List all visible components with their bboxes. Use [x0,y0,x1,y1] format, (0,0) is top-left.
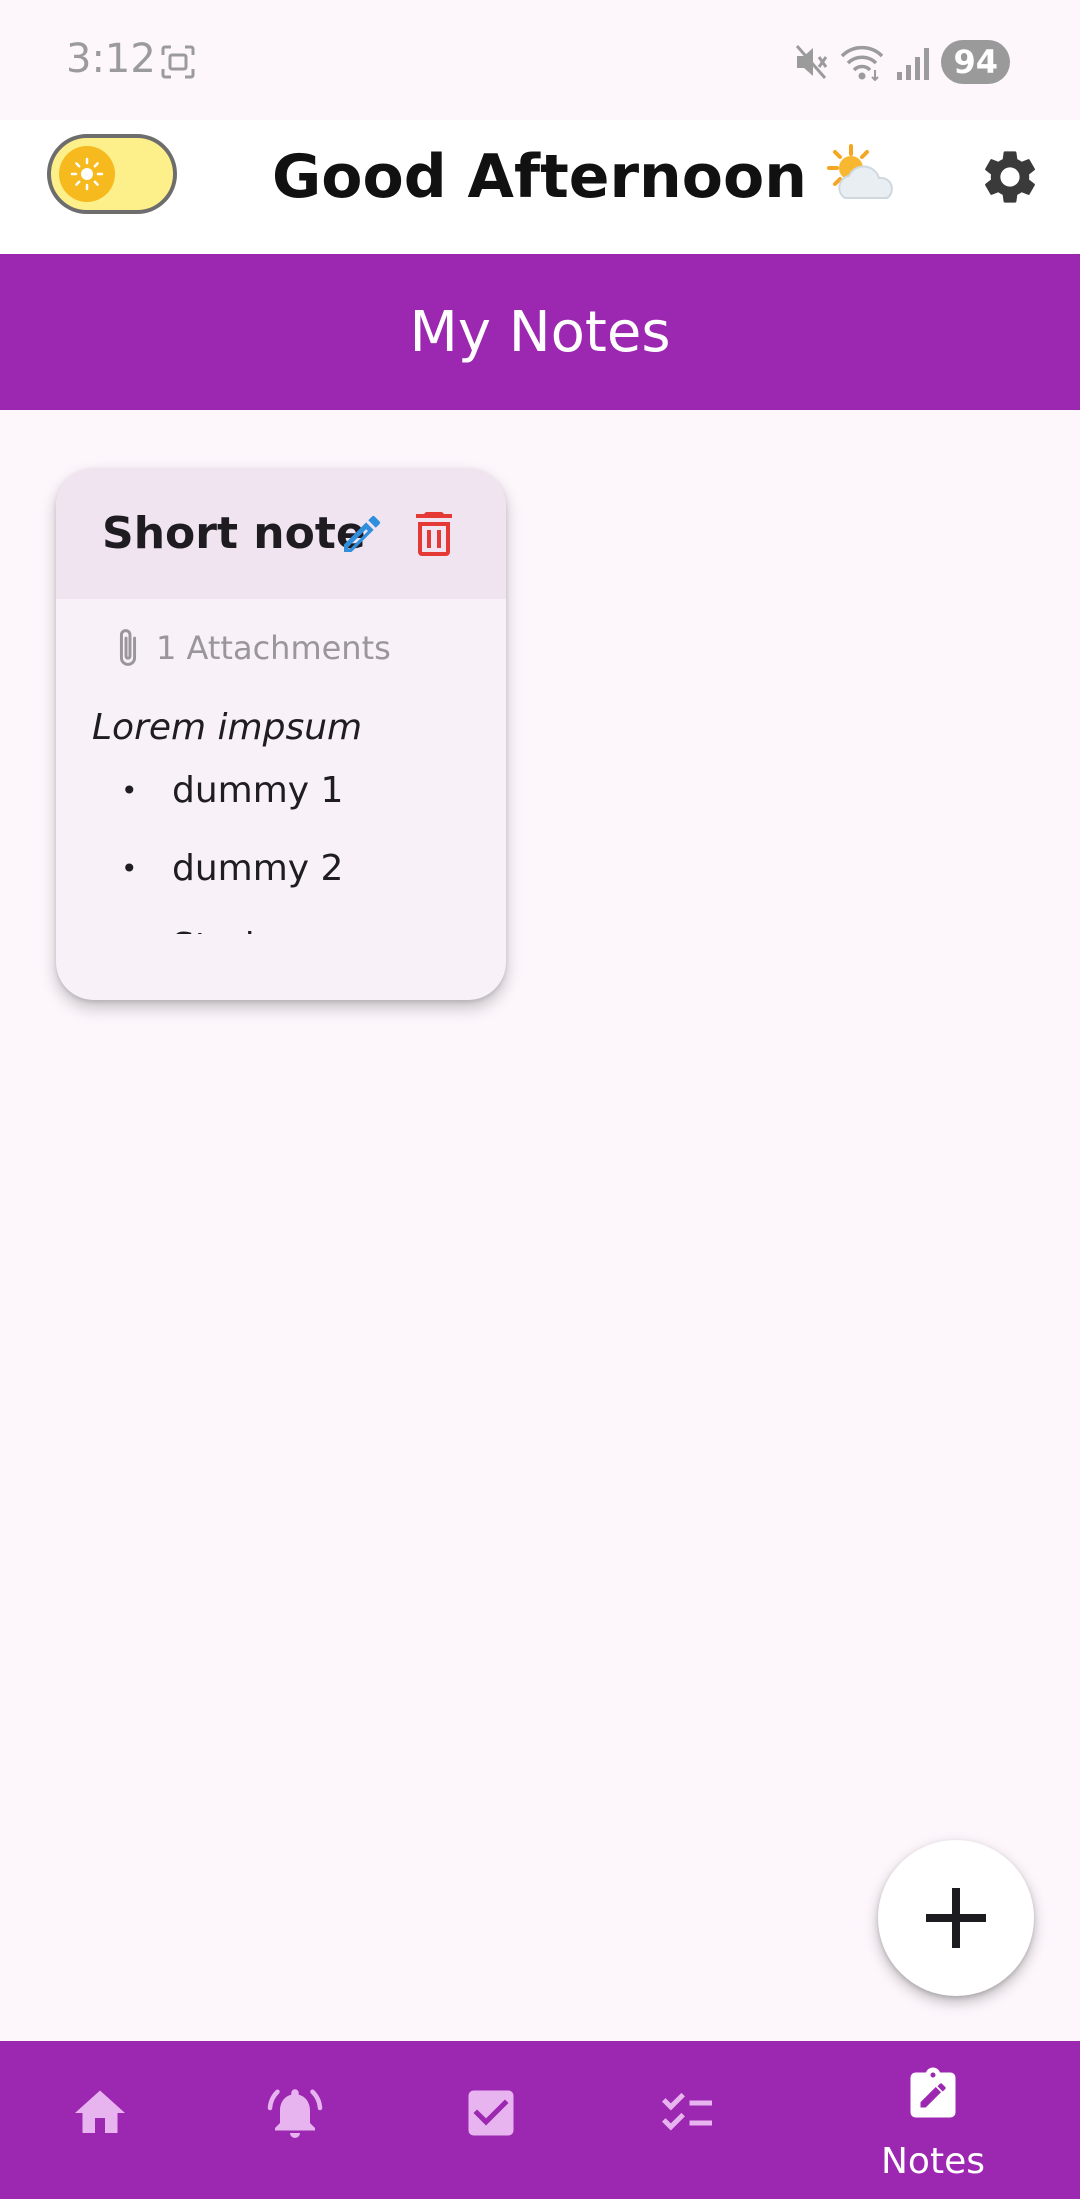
delete-note-button[interactable] [412,510,456,558]
mute-icon [793,42,829,82]
edit-note-button[interactable] [338,510,386,558]
greeting-text: Good Afternoon [272,142,807,212]
sun-behind-cloud-emoji-icon [821,142,901,212]
paperclip-icon [119,629,137,666]
list-item: Study [92,908,492,934]
trash-icon [416,512,452,556]
checkbox-icon [468,2090,514,2136]
greeting-title: Good Afternoon [272,142,901,212]
page-title-bar: My Notes [0,254,1080,410]
attachments-count: 1 Attachments [156,629,391,667]
add-note-button[interactable] [878,1840,1034,1996]
home-icon [75,2090,125,2133]
status-bar: 3:12 94 [0,0,1080,120]
list-item: dummy 1 [92,752,492,830]
attachments-row[interactable]: 1 Attachments [108,624,391,672]
theme-toggle-switch[interactable] [47,134,177,214]
nav-item-home[interactable] [50,2041,150,2199]
note-edit-icon [910,2067,956,2118]
checklist-icon [662,2092,712,2131]
battery-badge: 94 [941,40,1010,84]
page-title: My Notes [409,299,671,365]
bullet-list: dummy 1 dummy 2 [92,752,492,908]
settings-button[interactable] [978,145,1042,209]
app-header: Good Afternoon [0,120,1080,254]
list-item: dummy 2 [92,830,492,908]
sun-icon [59,146,115,202]
nav-item-label: Notes [881,2141,985,2182]
nav-item-reminders[interactable] [245,2041,345,2199]
screenshot-icon [160,44,196,80]
nav-item-tasks[interactable] [441,2041,541,2199]
app-screen: 3:12 94 Good Afternoon My Notes Short no… [0,0,1080,2199]
note-title: Short note [102,508,366,559]
note-content: Lorem impsum dummy 1 dummy 2 Study [92,704,492,934]
status-icons: 94 [793,38,1010,86]
pencil-icon [344,515,381,552]
plus-icon [926,1888,986,1948]
numbered-list: Study [92,908,492,934]
bottom-navigation: Notes [0,2041,1080,2199]
signal-icon [895,42,931,82]
status-time: 3:12 [66,36,156,82]
wifi-icon [839,42,885,82]
nav-item-checklists[interactable] [637,2041,737,2199]
gear-icon [985,151,1035,203]
note-card[interactable]: Short note 1 Attachments Lorem impsum du… [56,468,506,1000]
nav-item-notes[interactable]: Notes [850,2041,1016,2199]
note-card-header: Short note [56,468,506,599]
note-first-line: Lorem impsum [92,707,363,748]
alarm-bell-icon [267,2089,323,2138]
